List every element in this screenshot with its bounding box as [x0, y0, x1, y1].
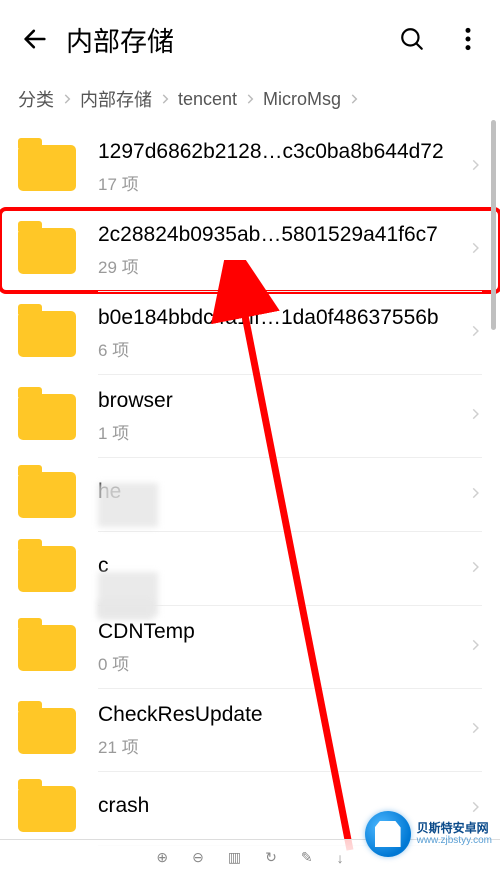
row-text: CheckResUpdate 21 项: [98, 703, 458, 758]
folder-row[interactable]: he: [0, 458, 500, 532]
page-title: 内部存储: [66, 20, 398, 59]
chevron-right-icon: [468, 320, 482, 347]
folder-meta: 0 项: [98, 650, 458, 675]
folder-icon: [18, 708, 76, 754]
toolbar-icon[interactable]: ⊖: [192, 849, 204, 866]
folder-icon: [18, 311, 76, 357]
chevron-right-icon: [468, 403, 482, 430]
toolbar-icon[interactable]: ▥: [228, 849, 241, 866]
folder-icon: [18, 625, 76, 671]
chevron-right-icon: [158, 92, 172, 106]
folder-name: CheckResUpdate: [98, 703, 458, 727]
more-menu-icon[interactable]: [454, 25, 482, 53]
folder-meta: 21 项: [98, 733, 458, 758]
watermark: 贝斯特安卓网 www.zjbstyy.com: [365, 811, 492, 857]
toolbar-icon[interactable]: ⊕: [156, 849, 168, 866]
folder-icon: [18, 145, 76, 191]
chevron-right-icon: [468, 154, 482, 181]
toolbar-icon[interactable]: ↓: [337, 850, 344, 866]
folder-meta: 1 项: [98, 419, 458, 444]
chevron-right-icon: [468, 482, 482, 509]
breadcrumb-segment[interactable]: MicroMsg: [263, 89, 341, 110]
toolbar-icon[interactable]: ↻: [265, 849, 277, 866]
scrollbar[interactable]: [491, 120, 496, 330]
breadcrumb-segment[interactable]: 分类: [18, 86, 54, 112]
row-text: CDNTemp 0 项: [98, 620, 458, 675]
folder-row[interactable]: CheckResUpdate 21 项: [0, 689, 500, 772]
folder-name: 1297d6862b2128…c3c0ba8b644d72: [98, 140, 458, 164]
blurred-region: [98, 600, 153, 620]
folder-icon: [18, 394, 76, 440]
folder-meta: 17 项: [98, 170, 458, 195]
toolbar-icon[interactable]: ✎: [301, 849, 313, 866]
watermark-text: 贝斯特安卓网: [417, 822, 492, 835]
folder-row[interactable]: browser 1 项: [0, 375, 500, 458]
chevron-right-icon: [60, 92, 74, 106]
folder-name: 2c28824b0935ab…5801529a41f6c7: [98, 223, 458, 247]
breadcrumb-segment[interactable]: 内部存储: [80, 86, 152, 112]
chevron-right-icon: [468, 237, 482, 264]
folder-meta: 29 项: [98, 253, 458, 278]
chevron-right-icon: [468, 634, 482, 661]
chevron-right-icon: [243, 92, 257, 106]
row-text: 2c28824b0935ab…5801529a41f6c7 29 项: [98, 223, 458, 278]
folder-meta: 6 项: [98, 336, 458, 361]
chevron-right-icon: [468, 717, 482, 744]
folder-icon: [18, 472, 76, 518]
folder-row[interactable]: b0e184bbdc4a1ff…1da0f48637556b 6 项: [0, 292, 500, 375]
folder-row[interactable]: 2c28824b0935ab…5801529a41f6c7 29 项: [0, 209, 500, 292]
breadcrumb-segment[interactable]: tencent: [178, 89, 237, 110]
chevron-right-icon: [347, 92, 361, 106]
folder-name: browser: [98, 389, 458, 413]
folder-name: CDNTemp: [98, 620, 458, 644]
row-text: browser 1 项: [98, 389, 458, 444]
folder-icon: [18, 228, 76, 274]
row-text: b0e184bbdc4a1ff…1da0f48637556b 6 项: [98, 306, 458, 361]
folder-icon: [18, 786, 76, 832]
back-button[interactable]: [18, 22, 52, 56]
folder-name: b0e184bbdc4a1ff…1da0f48637556b: [98, 306, 458, 330]
folder-list: 1297d6862b2128…c3c0ba8b644d72 17 项 2c28824…: [0, 126, 500, 846]
folder-icon: [18, 546, 76, 592]
breadcrumb[interactable]: 分类 内部存储 tencent MicroMsg: [0, 78, 500, 126]
chevron-right-icon: [468, 556, 482, 583]
watermark-logo-icon: [365, 811, 411, 857]
blurred-region: [98, 483, 158, 527]
watermark-url: www.zjbstyy.com: [417, 835, 492, 846]
row-text: 1297d6862b2128…c3c0ba8b644d72 17 项: [98, 140, 458, 195]
folder-row[interactable]: 1297d6862b2128…c3c0ba8b644d72 17 项: [0, 126, 500, 209]
folder-row[interactable]: c: [0, 532, 500, 606]
search-icon[interactable]: [398, 25, 426, 53]
folder-row[interactable]: CDNTemp 0 项: [0, 606, 500, 689]
